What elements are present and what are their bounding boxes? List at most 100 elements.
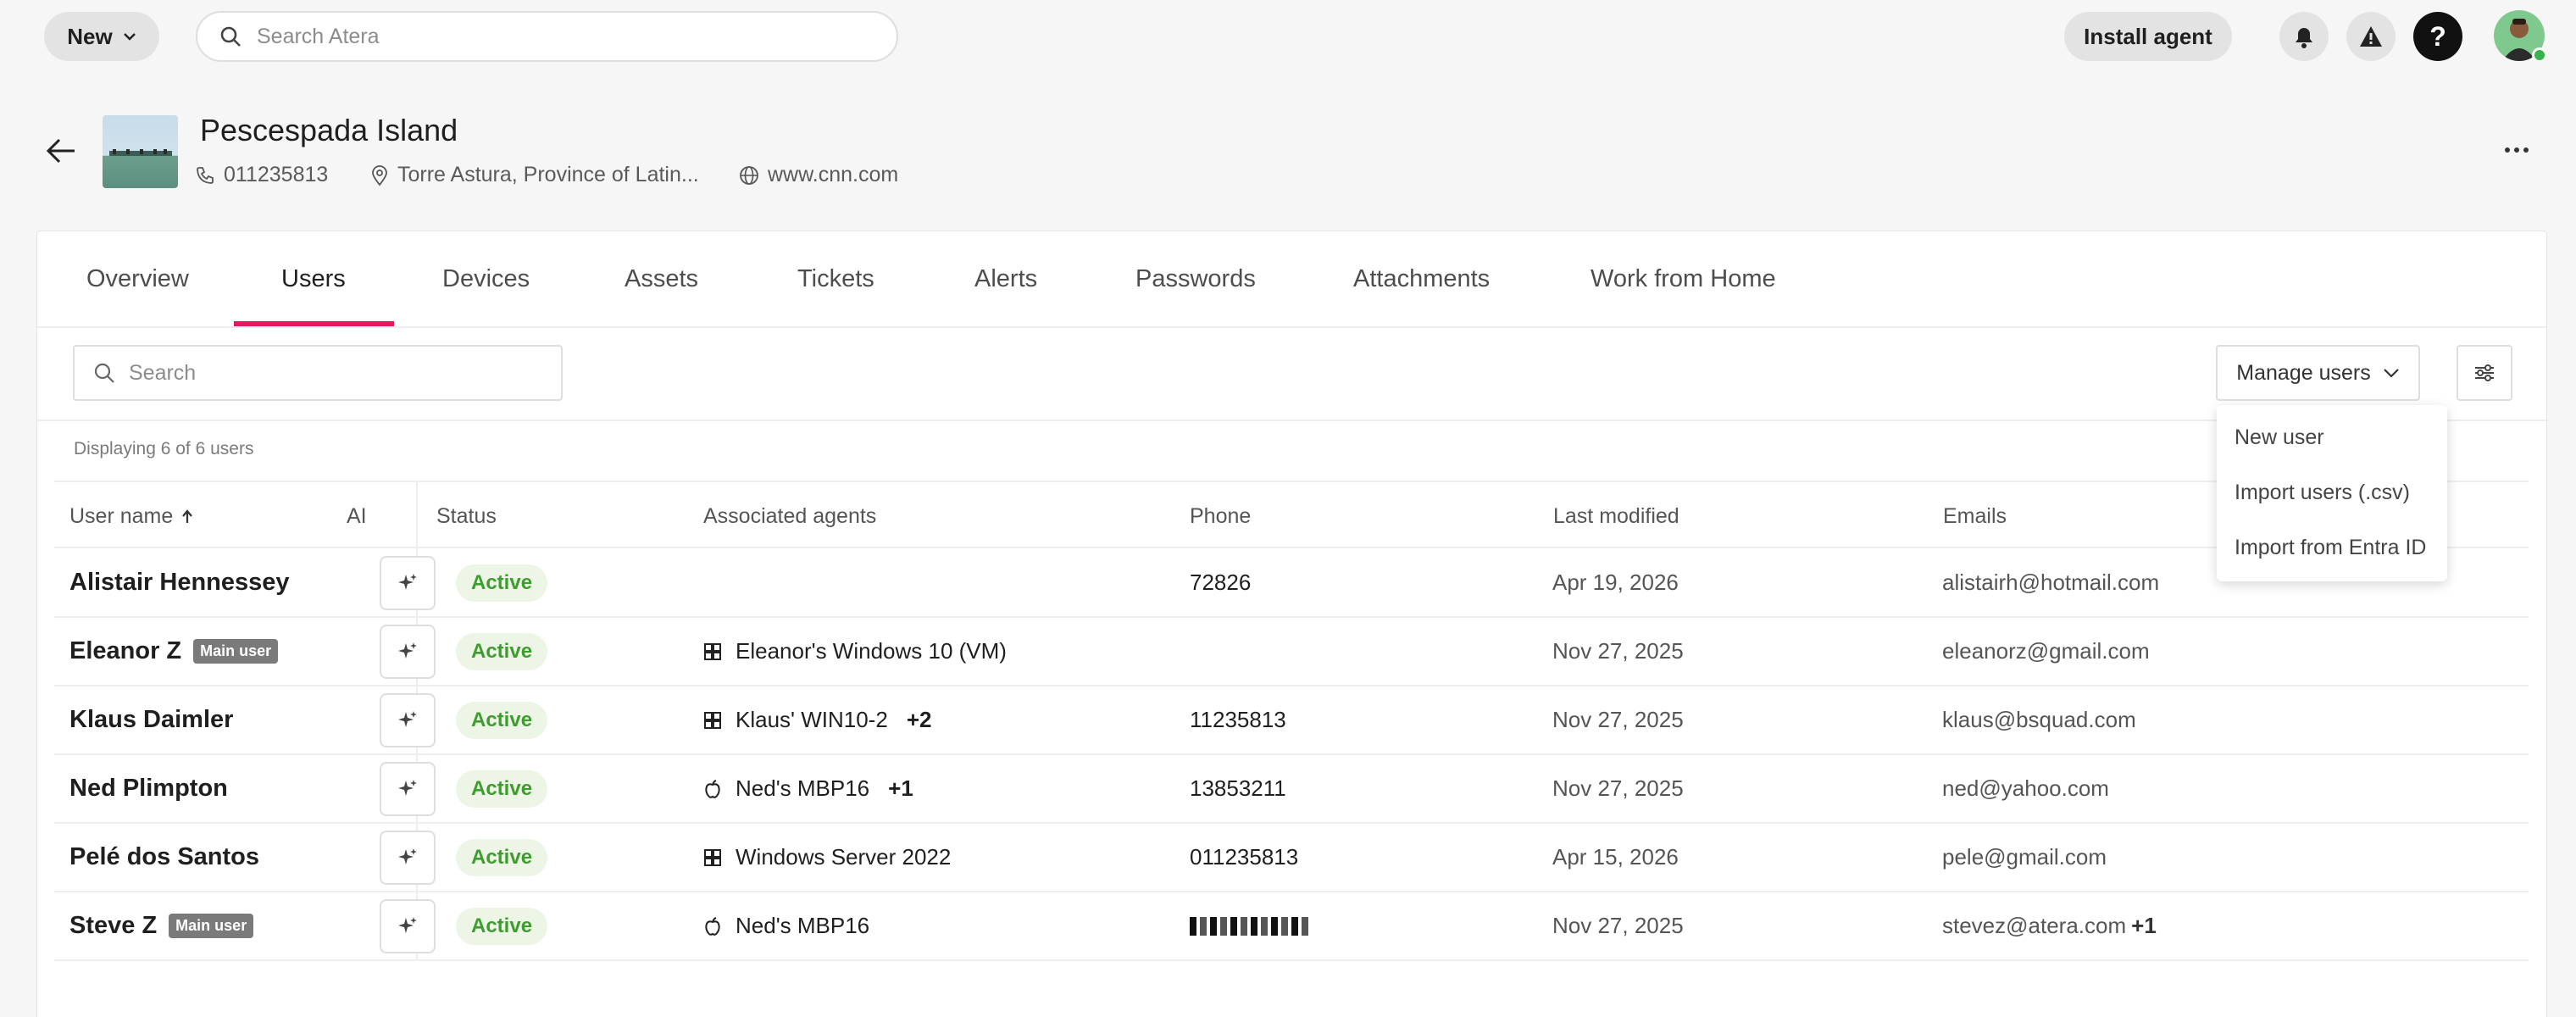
tab-alerts[interactable]: Alerts	[974, 265, 1037, 293]
search-icon	[220, 26, 241, 47]
toolbar-divider	[37, 420, 2546, 421]
new-button-label: New	[67, 23, 113, 49]
phone-icon	[197, 166, 214, 184]
customer-website[interactable]: www.cnn.com	[739, 163, 898, 187]
phone-cell: 11235813	[1190, 707, 1286, 732]
sparkle-icon	[398, 917, 417, 933]
agent-cell[interactable]: Klaus' WIN10-2 +2	[703, 686, 931, 753]
agent-name: Ned's MBP16	[736, 913, 870, 938]
tab-attachments[interactable]: Attachments	[1353, 265, 1490, 293]
more-agents-count[interactable]: +2	[907, 707, 932, 733]
more-options-button[interactable]	[2500, 136, 2534, 164]
users-search-input[interactable]	[129, 360, 536, 386]
column-header-emails[interactable]: Emails	[1943, 504, 2007, 529]
tab-devices[interactable]: Devices	[442, 265, 530, 293]
last-modified-cell: Apr 19, 2026	[1552, 570, 1679, 595]
table-row[interactable]: Alistair Hennessey Active 72826 Apr 19, …	[54, 549, 2529, 618]
ai-assist-button[interactable]	[380, 693, 436, 747]
globe-icon	[740, 165, 758, 185]
users-search-box[interactable]	[73, 345, 563, 401]
last-modified-cell: Nov 27, 2025	[1552, 775, 1684, 801]
manage-users-menu: New user Import users (.csv) Import from…	[2217, 405, 2447, 581]
last-modified-cell: Nov 27, 2025	[1552, 638, 1684, 664]
agent-cell[interactable]: Ned's MBP16	[703, 892, 869, 959]
email-cell: eleanorz@gmail.com	[1942, 638, 2150, 664]
user-name-cell[interactable]: Pelé dos Santos	[69, 824, 259, 891]
status-badge: Active	[456, 838, 548, 876]
agent-name: Eleanor's Windows 10 (VM)	[736, 638, 1007, 664]
notifications-button[interactable]	[2279, 12, 2329, 61]
user-name-cell[interactable]: Eleanor Z Main user	[69, 618, 279, 685]
alerts-button[interactable]	[2346, 12, 2396, 61]
sort-ascending-icon	[182, 508, 193, 523]
menu-item-import-entra[interactable]: Import from Entra ID	[2235, 536, 2426, 560]
menu-item-new-user[interactable]: New user	[2235, 425, 2324, 450]
status-badge: Active	[456, 564, 548, 602]
table-row[interactable]: Klaus Daimler Active Klaus' WIN10-2 +2 11…	[54, 686, 2529, 755]
table-row[interactable]: Eleanor Z Main user Active Eleanor's Wind…	[54, 618, 2529, 686]
online-status-dot	[2532, 47, 2547, 63]
user-name: Eleanor Z	[69, 637, 182, 664]
tab-work-from-home[interactable]: Work from Home	[1591, 265, 1776, 293]
ai-assist-button[interactable]	[380, 556, 436, 610]
top-bar: New Install agent ?	[0, 0, 2576, 73]
windows-icon	[704, 711, 721, 729]
table-row[interactable]: Ned Plimpton Active Ned's MBP16 +1 138532…	[54, 755, 2529, 824]
customer-website-text: www.cnn.com	[768, 163, 899, 186]
agent-name: Klaus' WIN10-2	[736, 707, 888, 732]
email-cell: alistairh@hotmail.com	[1942, 570, 2160, 595]
tab-tickets[interactable]: Tickets	[797, 265, 874, 293]
agent-cell[interactable]: Eleanor's Windows 10 (VM)	[703, 618, 1007, 685]
ai-assist-button[interactable]	[380, 625, 436, 679]
global-search-box[interactable]	[196, 11, 898, 62]
customer-location: Torre Astura, Province of Latin...	[370, 163, 699, 187]
menu-item-import-csv[interactable]: Import users (.csv)	[2235, 481, 2410, 505]
customer-location-text: Torre Astura, Province of Latin...	[397, 163, 699, 186]
customer-phone-text: 011235813	[224, 163, 329, 186]
help-button[interactable]: ?	[2413, 12, 2462, 61]
table-row[interactable]: Steve Z Main user Active Ned's MBP16 Nov …	[54, 892, 2529, 961]
ai-assist-button[interactable]	[380, 831, 436, 885]
phone-cell	[1190, 892, 1308, 959]
back-button[interactable]	[44, 136, 78, 166]
global-search-input[interactable]	[257, 24, 867, 49]
kebab-dot	[2505, 147, 2510, 153]
chevron-down-icon	[123, 33, 136, 41]
bell-icon	[2296, 28, 2312, 48]
more-agents-count[interactable]: +1	[888, 775, 913, 802]
users-card: Overview Users Devices Assets Tickets Al…	[36, 231, 2547, 1017]
ai-assist-button[interactable]	[380, 899, 436, 953]
user-name-cell[interactable]: Ned Plimpton	[69, 755, 228, 822]
agent-cell[interactable]: Windows Server 2022	[703, 824, 951, 891]
email-cell: stevez@atera.com +1	[1942, 892, 2157, 959]
manage-users-button[interactable]: Manage users	[2216, 345, 2420, 401]
tab-bar: Overview Users Devices Assets Tickets Al…	[37, 231, 2546, 328]
column-header-username[interactable]: User name	[69, 504, 193, 529]
column-header-status[interactable]: Status	[436, 504, 497, 529]
install-agent-button[interactable]: Install agent	[2064, 12, 2232, 61]
sparkle-icon	[398, 642, 417, 659]
tab-users[interactable]: Users	[281, 265, 346, 293]
tab-overview[interactable]: Overview	[86, 265, 189, 293]
user-name-cell[interactable]: Klaus Daimler	[69, 686, 233, 753]
column-header-agents[interactable]: Associated agents	[703, 504, 876, 529]
table-row[interactable]: Pelé dos Santos Active Windows Server 20…	[54, 824, 2529, 892]
status-cell: Active	[456, 892, 548, 959]
ai-assist-button[interactable]	[380, 762, 436, 816]
main-user-badge: Main user	[193, 639, 279, 664]
new-button[interactable]: New	[44, 12, 159, 61]
column-settings-button[interactable]	[2457, 345, 2512, 401]
customer-phone: 011235813	[195, 163, 328, 187]
column-header-phone[interactable]: Phone	[1190, 504, 1251, 529]
user-name-cell[interactable]: Alistair Hennessey	[69, 549, 290, 616]
column-header-last-modified[interactable]: Last modified	[1553, 504, 1679, 529]
tab-assets[interactable]: Assets	[625, 265, 698, 293]
tab-passwords[interactable]: Passwords	[1135, 265, 1256, 293]
last-modified-cell: Nov 27, 2025	[1552, 913, 1684, 938]
status-badge: Active	[456, 907, 548, 945]
apple-icon	[705, 779, 720, 798]
user-name-cell[interactable]: Steve Z Main user	[69, 892, 254, 959]
agent-cell[interactable]: Ned's MBP16 +1	[703, 755, 913, 822]
more-emails-count[interactable]: +1	[2131, 913, 2157, 939]
kebab-dot	[2514, 147, 2519, 153]
